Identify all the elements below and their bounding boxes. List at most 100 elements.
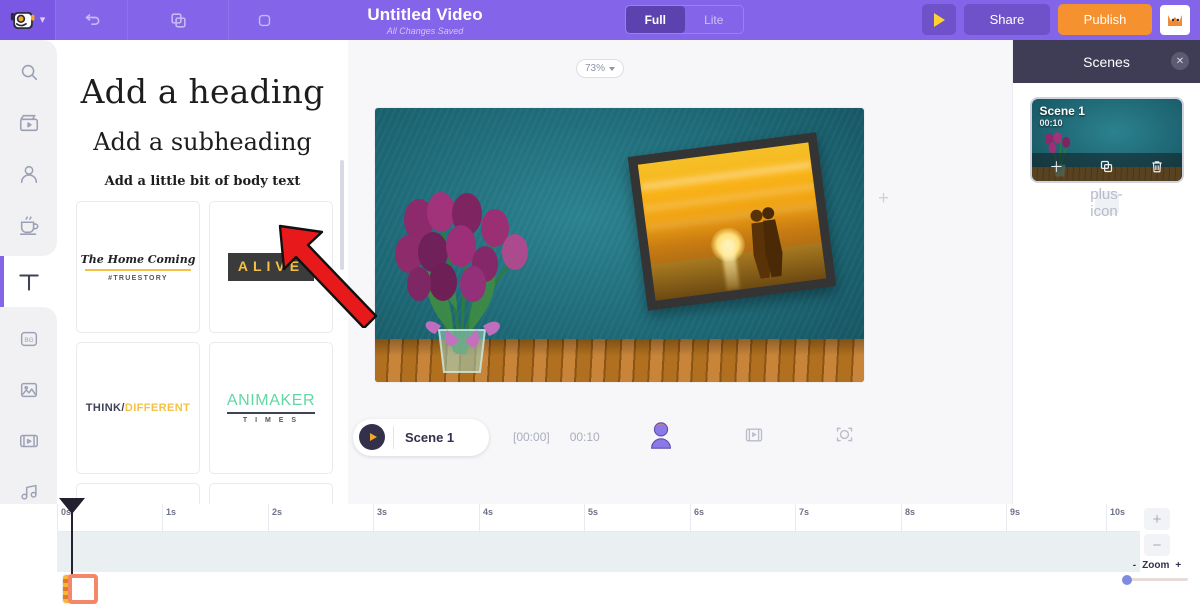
scene-play-chip[interactable]: Scene 1	[353, 419, 489, 456]
rounded-square-icon	[256, 12, 273, 29]
scenes-panel-header: Scenes ✕	[1013, 40, 1200, 83]
search-icon	[18, 61, 40, 83]
user-avatar-fox-icon	[1163, 8, 1187, 32]
scene-camera-button[interactable]	[834, 424, 855, 450]
timeline-zoom-out-button[interactable]: −	[1144, 534, 1170, 556]
scene-duplicate-button[interactable]	[1099, 159, 1114, 176]
avatar[interactable]	[1160, 5, 1190, 35]
sidebar-item-search[interactable]	[0, 46, 57, 97]
playhead-handle[interactable]	[59, 498, 85, 514]
scene-thumbnail-1[interactable]: Scene 1 00:10 ＋	[1032, 99, 1182, 181]
template-rule	[85, 269, 192, 271]
timeline-ruler[interactable]: 0s 1s 2s 3s 4s 5s 6s 7s 8s 9s 10s	[57, 504, 1140, 532]
tick-label: 2s	[272, 507, 282, 517]
sidebar-item-props[interactable]	[0, 199, 57, 250]
tick-label: 6s	[694, 507, 704, 517]
scene-transition-button[interactable]	[744, 425, 764, 450]
canvas-stage: 73%	[348, 40, 1012, 504]
text-template-row3-right[interactable]	[209, 483, 333, 504]
sunset-photo	[638, 142, 826, 300]
duplicate-button[interactable]	[127, 0, 228, 40]
extra-tool-button[interactable]	[228, 0, 300, 40]
text-template-grid: The Home Coming #TRUESTORY ALIVE THINK/D…	[76, 201, 338, 504]
camera-focus-icon	[834, 424, 855, 445]
text-template-alive[interactable]: ALIVE	[209, 201, 333, 333]
add-scene-button[interactable]: plus-icon	[1095, 191, 1119, 215]
add-heading-template[interactable]: Add a heading	[57, 72, 348, 111]
sidebar-item-video[interactable]	[0, 97, 57, 148]
clapperboard-icon	[18, 112, 40, 134]
zoom-plus-label[interactable]: +	[1175, 560, 1181, 571]
video-canvas[interactable]	[375, 108, 864, 382]
text-template-home-coming[interactable]: The Home Coming #TRUESTORY	[76, 201, 200, 333]
zoom-minus-label[interactable]: -	[1133, 560, 1136, 571]
add-element-button[interactable]: +	[878, 189, 889, 208]
text-library-panel: Add a heading Add a subheading Add a lit…	[57, 40, 348, 504]
tick-label: 1s	[166, 507, 176, 517]
animaker-editor: ▾ Untitled Video All Changes Saved Full …	[0, 0, 1200, 604]
publish-button[interactable]: Publish	[1058, 4, 1152, 35]
scene-delete-button[interactable]	[1150, 159, 1164, 176]
timeline-zoom-slider-knob[interactable]	[1122, 575, 1132, 585]
text-template-animaker-times[interactable]: ANIMAKER T I M E S	[209, 342, 333, 474]
logo-button[interactable]: ▾	[0, 0, 55, 40]
scene-control-bar: Scene 1 [00:00] 00:10	[353, 413, 898, 461]
scene-thumb-name: Scene 1	[1040, 104, 1085, 118]
sidebar-item-video-clip[interactable]	[0, 415, 57, 466]
rail-group-top	[0, 40, 57, 256]
add-subheading-template[interactable]: Add a subheading	[57, 128, 348, 156]
text-template-think-different[interactable]: THINK/DIFFERENT	[76, 342, 200, 474]
duplicate-icon	[169, 11, 188, 30]
svg-text:BG: BG	[24, 336, 33, 343]
timeline-track[interactable]	[57, 532, 1140, 572]
add-body-text-template[interactable]: Add a little bit of body text	[57, 174, 348, 189]
mode-toggle[interactable]: Full Lite	[625, 5, 744, 34]
chevron-down-icon: ▾	[40, 15, 46, 26]
project-title-block[interactable]: Untitled Video All Changes Saved	[320, 5, 530, 36]
sunset-photo-frame-asset[interactable]	[628, 132, 837, 310]
sidebar-item-image[interactable]	[0, 364, 57, 415]
tick-label: 10s	[1110, 507, 1125, 517]
timeline-zoom-slider[interactable]	[1126, 578, 1188, 581]
template-title: ANIMAKER	[227, 392, 315, 410]
timeline-clip-selection[interactable]	[68, 574, 98, 604]
undo-button[interactable]	[55, 0, 127, 40]
scene-thumb-duration: 00:10	[1040, 118, 1063, 128]
tick-label: 8s	[905, 507, 915, 517]
sidebar-item-character[interactable]	[0, 148, 57, 199]
share-button[interactable]: Share	[964, 4, 1050, 35]
tick-label: 5s	[588, 507, 598, 517]
tick-label: 3s	[377, 507, 387, 517]
tulips-vase-asset[interactable]	[383, 124, 543, 374]
template-part1: THINK/	[86, 402, 125, 414]
scene-add-button[interactable]: ＋	[1049, 160, 1063, 174]
play-icon	[934, 13, 945, 27]
panel-scrollbar[interactable]	[340, 160, 344, 270]
mode-option-lite[interactable]: Lite	[685, 6, 744, 33]
scene-thumb-actions: ＋	[1032, 153, 1182, 181]
template-tag: #TRUESTORY	[81, 275, 196, 282]
header-actions: Share Publish	[922, 4, 1190, 35]
scene-character-button[interactable]	[646, 420, 676, 455]
preview-play-button[interactable]	[922, 4, 956, 35]
animaker-monster-logo	[10, 7, 37, 34]
template-title: ALIVE	[238, 258, 304, 274]
character-icon	[646, 420, 676, 450]
timeline-zoom-in-button[interactable]: +	[1144, 508, 1170, 530]
page-title: Untitled Video	[320, 5, 530, 24]
canvas-zoom-dropdown[interactable]: 73%	[576, 59, 624, 78]
sidebar-item-bg[interactable]: BG	[0, 313, 57, 364]
bg-icon: BG	[18, 328, 40, 350]
scene-start-time: [00:00]	[513, 430, 550, 444]
sidebar-item-text[interactable]	[0, 256, 57, 307]
template-title: The Home Coming	[81, 253, 196, 266]
play-icon	[370, 433, 377, 441]
save-status: All Changes Saved	[320, 26, 530, 36]
scene-duration[interactable]: 00:10	[570, 430, 600, 444]
mode-option-full[interactable]: Full	[626, 6, 685, 33]
scenes-panel: Scenes ✕ Scene 1 00:10 ＋	[1012, 40, 1200, 504]
play-scene-button[interactable]	[359, 424, 385, 450]
text-template-row3-left[interactable]	[76, 483, 200, 504]
app-header: ▾ Untitled Video All Changes Saved Full …	[0, 0, 1200, 40]
close-scenes-panel-button[interactable]: ✕	[1171, 52, 1189, 70]
